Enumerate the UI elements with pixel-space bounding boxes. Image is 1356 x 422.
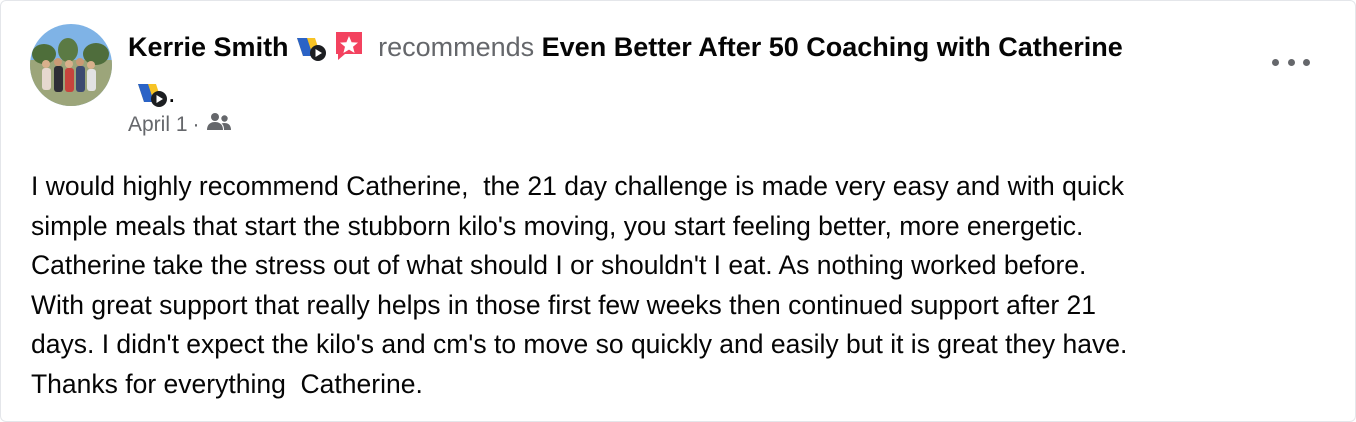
post-meta: April 1 · — [128, 111, 232, 139]
post-body-line: With great support that really helps in … — [31, 289, 1096, 320]
author-name[interactable]: Kerrie Smith — [128, 32, 289, 62]
recommendation-star-icon — [333, 30, 365, 73]
post-body-line: simple meals that start the stubborn kil… — [31, 210, 1084, 241]
post-body-line: Thanks for everything Catherine. — [31, 368, 423, 399]
meta-separator: · — [192, 113, 200, 136]
post-body-line: I would highly recommend Catherine, the … — [31, 171, 1124, 201]
avatar-photo — [30, 24, 112, 106]
post-body-line: Catherine take the stress out of what sh… — [31, 250, 1087, 281]
header-second-line: . — [128, 73, 1258, 111]
more-dot — [1287, 58, 1295, 66]
author-avatar[interactable] — [30, 24, 112, 106]
header-period: . — [168, 78, 176, 108]
more-dot — [1303, 58, 1310, 66]
page-video-badge-icon — [295, 33, 327, 73]
post-body: I would highly recommend Catherine, the … — [31, 167, 1331, 405]
more-options-icon[interactable] — [1272, 51, 1310, 73]
more-dot — [1272, 58, 1279, 66]
post-body-line: days. I didn't expect the kilo's and cm'… — [31, 329, 1128, 360]
recommendation-post: Kerrie Smith recommends Even Better Afte… — [0, 0, 1356, 422]
friends-icon[interactable] — [206, 111, 232, 139]
recommended-page-name[interactable]: Even Better After 50 Coaching with Cathe… — [542, 32, 1123, 62]
post-header: Kerrie Smith recommends Even Better Afte… — [128, 27, 1258, 111]
recommends-text: recommends — [378, 32, 535, 62]
post-date[interactable]: April 1 — [128, 113, 188, 137]
